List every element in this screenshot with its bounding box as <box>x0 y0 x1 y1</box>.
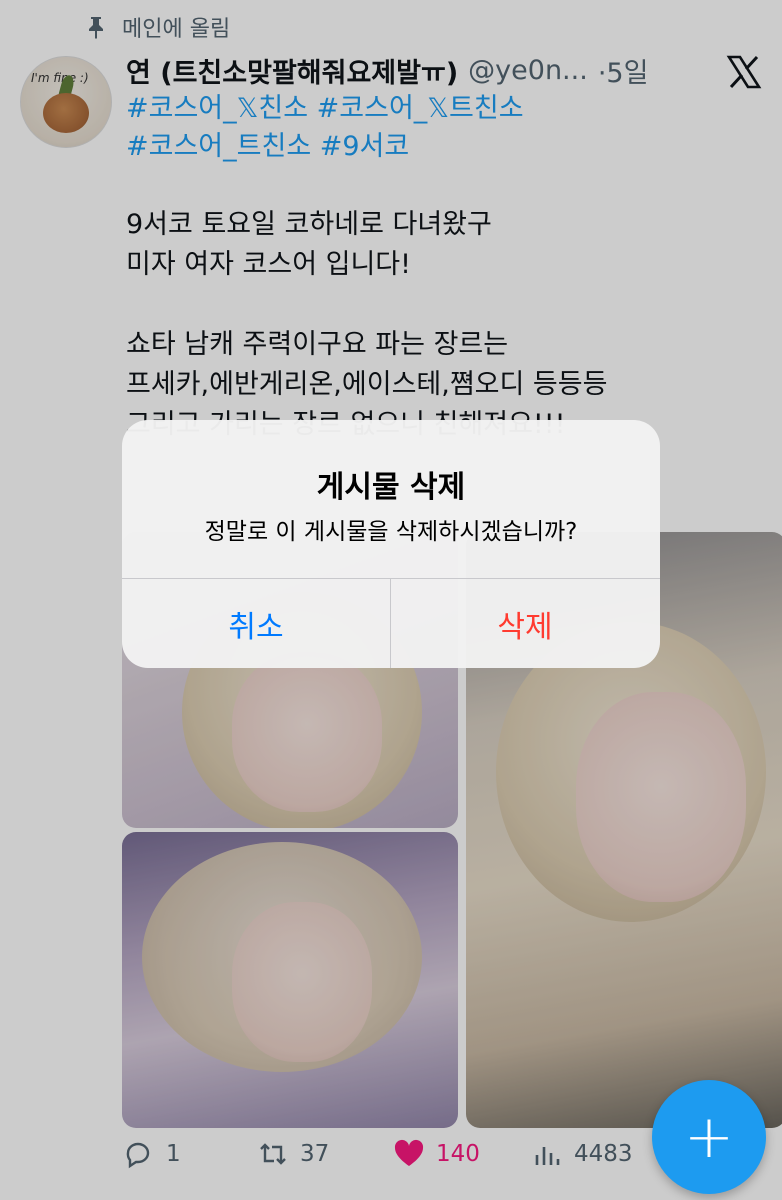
dialog-message: 정말로 이 게시물을 삭제하시겠습니까? <box>204 519 578 545</box>
cancel-button[interactable]: 취소 <box>122 579 390 668</box>
dialog-title: 게시물 삭제 <box>316 470 466 505</box>
tweet-detail-page: 메인에 올림 I'm fine :) 연 (트친소맞팔해줘요제발ㅠ) @ye0n… <box>0 0 782 1200</box>
delete-button[interactable]: 삭제 <box>391 579 659 668</box>
compose-button[interactable]: + <box>652 1080 766 1194</box>
delete-confirm-dialog: 게시물 삭제 정말로 이 게시물을 삭제하시겠습니까? 취소 삭제 <box>122 420 660 668</box>
compose-icon: + <box>683 1102 735 1172</box>
